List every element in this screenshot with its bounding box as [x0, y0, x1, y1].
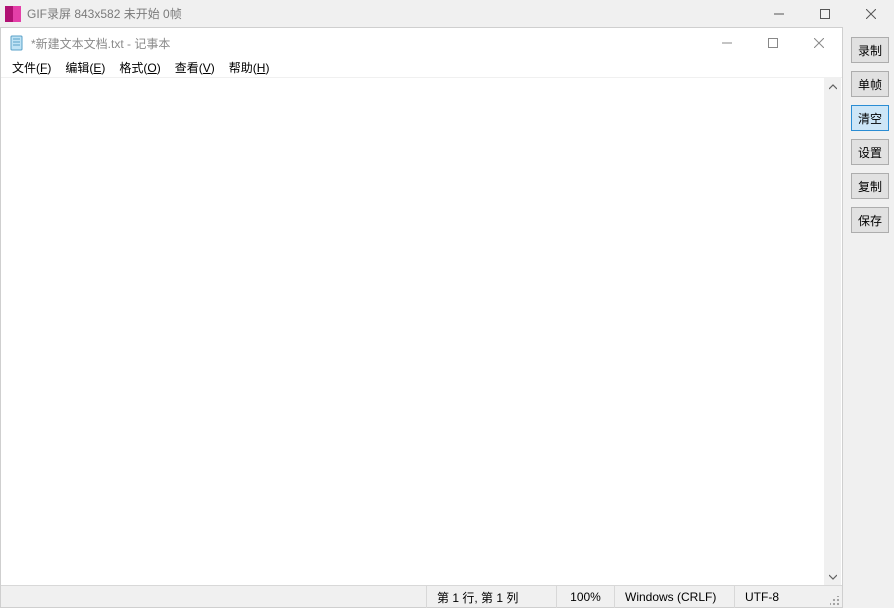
resize-grip[interactable]	[824, 586, 842, 608]
minimize-icon	[722, 38, 732, 48]
status-spacer	[1, 586, 426, 607]
menu-format[interactable]: 格式(O)	[112, 58, 167, 77]
status-line-ending: Windows (CRLF)	[614, 586, 734, 608]
status-encoding: UTF-8	[734, 586, 824, 608]
sidebar-frame-button[interactable]: 单帧	[851, 71, 889, 97]
notepad-menubar: 文件(F) 编辑(E) 格式(O) 查看(V) 帮助(H)	[1, 58, 842, 78]
scroll-up-arrow[interactable]	[824, 78, 841, 95]
gif-window-controls	[756, 0, 894, 27]
chevron-up-icon	[829, 84, 837, 90]
chevron-down-icon	[829, 574, 837, 580]
scroll-down-arrow[interactable]	[824, 568, 841, 585]
maximize-icon	[820, 9, 830, 19]
notepad-app-icon	[9, 35, 25, 51]
sidebar-save-button[interactable]: 保存	[851, 207, 889, 233]
notepad-window-controls	[704, 28, 842, 58]
vertical-scrollbar[interactable]	[824, 78, 841, 585]
sidebar-record-button[interactable]: 录制	[851, 37, 889, 63]
gif-minimize-button[interactable]	[756, 0, 802, 27]
minimize-icon	[774, 9, 784, 19]
gif-sidebar: 录制 单帧 清空 设置 复制 保存	[846, 33, 894, 233]
notepad-window: *新建文本文档.txt - 记事本 文件(F) 编辑(E) 格式(O) 查看(V…	[0, 27, 843, 608]
notepad-textarea[interactable]	[2, 78, 824, 585]
menu-view[interactable]: 查看(V)	[168, 58, 222, 77]
maximize-icon	[768, 38, 778, 48]
sidebar-clear-button[interactable]: 清空	[851, 105, 889, 131]
gif-window-title: GIF录屏 843x582 未开始 0帧	[27, 5, 182, 22]
close-icon	[866, 9, 876, 19]
gif-recorder-window: GIF录屏 843x582 未开始 0帧 录制 单帧 清空 设置 复制 保存	[0, 0, 894, 608]
notepad-window-title: *新建文本文档.txt - 记事本	[31, 35, 170, 52]
gif-maximize-button[interactable]	[802, 0, 848, 27]
sidebar-copy-button[interactable]: 复制	[851, 173, 889, 199]
sidebar-settings-button[interactable]: 设置	[851, 139, 889, 165]
notepad-minimize-button[interactable]	[704, 28, 750, 58]
gif-close-button[interactable]	[848, 0, 894, 27]
status-zoom: 100%	[556, 586, 614, 608]
close-icon	[814, 38, 824, 48]
notepad-titlebar: *新建文本文档.txt - 记事本	[1, 28, 842, 58]
menu-edit[interactable]: 编辑(E)	[58, 58, 112, 77]
notepad-body	[2, 78, 841, 585]
menu-file[interactable]: 文件(F)	[5, 58, 58, 77]
notepad-statusbar: 第 1 行, 第 1 列 100% Windows (CRLF) UTF-8	[1, 585, 842, 607]
gif-titlebar: GIF录屏 843x582 未开始 0帧	[0, 0, 894, 27]
menu-help[interactable]: 帮助(H)	[222, 58, 277, 77]
notepad-close-button[interactable]	[796, 28, 842, 58]
notepad-maximize-button[interactable]	[750, 28, 796, 58]
status-position: 第 1 行, 第 1 列	[426, 586, 556, 608]
gif-app-icon	[5, 6, 21, 22]
